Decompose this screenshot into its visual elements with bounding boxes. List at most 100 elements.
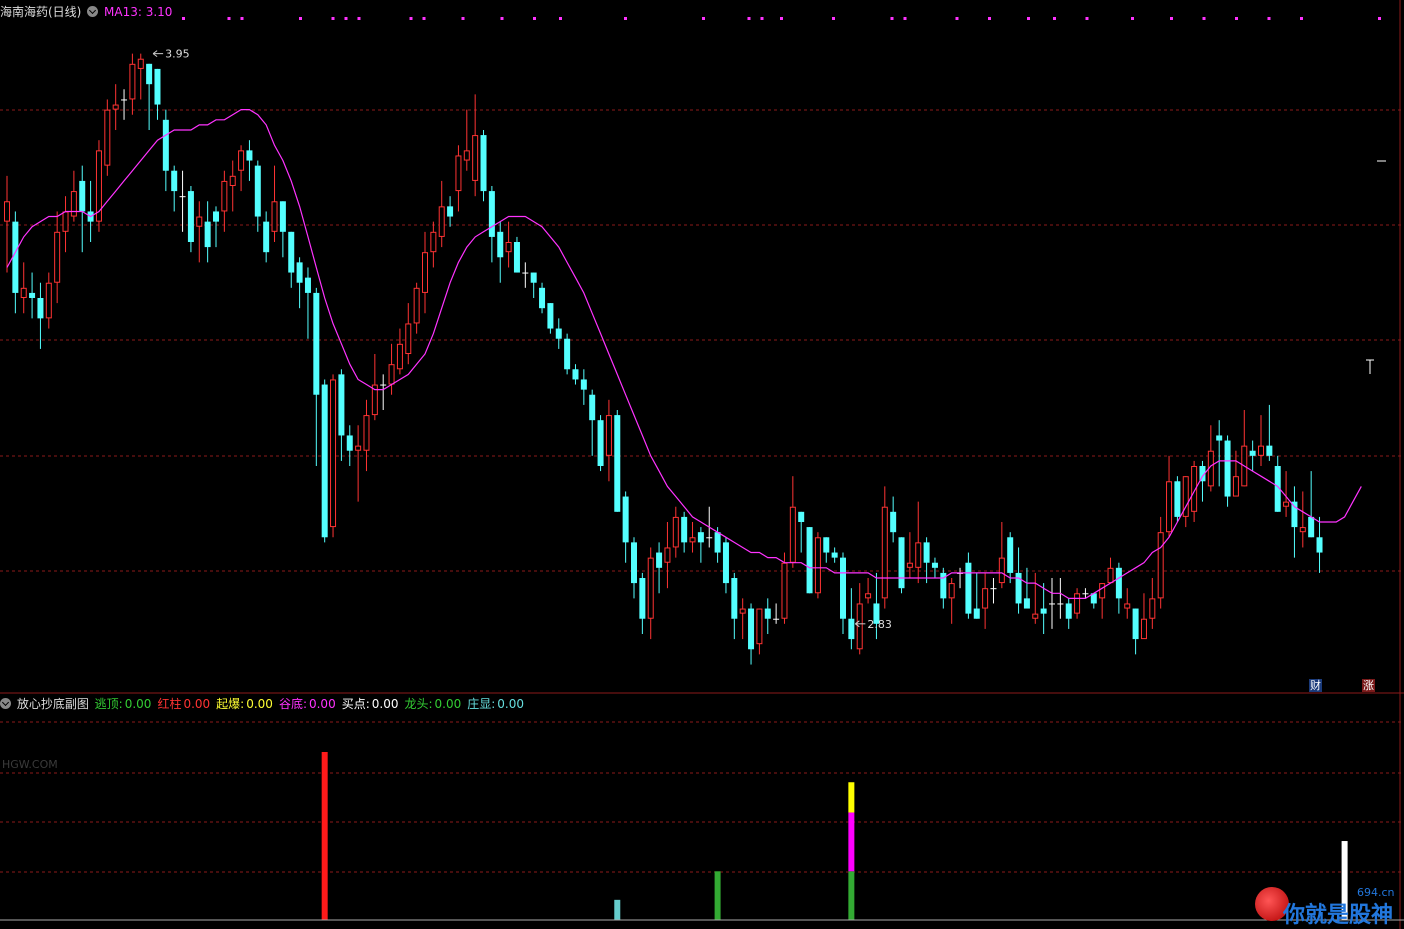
candle-body [380,384,387,386]
candle-body [355,445,362,451]
indicator-name[interactable]: 放心抄底副图 [17,697,89,711]
candle-body [455,155,462,192]
main-chart-header: 海南海药(日线) MA13: 3.10 [0,5,174,19]
ma13-label: MA13: 3.10 [104,5,173,19]
candle-body [129,63,136,100]
candle-body [112,104,119,110]
logo-text: 你就是股神 [1283,903,1394,928]
candle-body [580,379,587,390]
candle-body [1174,481,1181,517]
signal-marker [832,17,835,20]
candle-body [29,292,36,298]
candle-body [923,542,930,563]
signal-marker [702,17,705,20]
candle-body [530,272,537,283]
candle-body [1049,603,1055,605]
candle-body [781,562,788,619]
candle-body [522,272,529,274]
candle-body [1308,516,1315,538]
indicator-value: 0.00 [124,697,152,711]
candle-body [1099,583,1106,599]
indicator-label: 龙头: [404,697,433,711]
candle-body [1249,450,1256,456]
candle-body [313,292,320,395]
candle-body [221,180,228,212]
candle-body [229,175,236,186]
candle-body [171,170,178,192]
candle-body [647,557,654,619]
signal-marker [988,17,991,20]
chart-canvas[interactable]: 3.95 2.83 [0,0,1404,929]
candle-body [304,277,311,293]
candle-body [697,532,704,543]
candle-body [196,216,203,227]
chevron-down-icon[interactable] [0,698,11,709]
chevron-down-icon[interactable] [87,6,99,17]
indicator-value: 0.00 [497,697,524,711]
candle-body [881,506,888,599]
candle-body [263,221,270,253]
cai-badge[interactable]: 财 [1309,679,1322,692]
candle-body [840,557,846,619]
candle-body [447,206,454,217]
candle-body [664,547,671,563]
candle-body [321,384,328,538]
zhang-badge[interactable]: 涨 [1362,679,1375,692]
candle-body [814,537,821,594]
candle-body [1299,527,1306,533]
candle-body [463,150,470,161]
candle-body [831,552,838,558]
candle-body [279,201,286,232]
signal-marker [1300,17,1303,20]
candle-body [338,374,345,436]
candle-body [1157,532,1164,599]
candle-body [756,608,763,645]
candle-body [438,206,445,237]
indicator-bar [614,899,621,920]
candle-body [472,135,479,181]
candle-body [1266,445,1273,456]
indicator-bar [714,871,721,920]
candle-body [1140,618,1147,640]
indicator-label: 逃顶: [94,697,123,711]
indicator-label: 庄显: [467,697,496,711]
candle-body [1224,440,1231,497]
candle-body [798,511,805,522]
signal-marker [747,17,751,20]
candle-body [865,593,872,599]
signal-marker [903,17,907,20]
candle-body [37,298,44,319]
candle-body [1283,501,1290,507]
signal-marker [1085,17,1089,20]
candle-body [1258,445,1264,456]
signal-marker [299,17,302,20]
signal-marker [1267,17,1271,20]
signal-marker [780,17,783,20]
candle-body [1115,567,1122,599]
candle-body [396,343,403,370]
candle-body [271,201,278,232]
candle-body [631,542,637,584]
candle-body [1007,537,1014,573]
candle-body [246,150,253,161]
candle-body [137,58,144,69]
signal-marker [409,17,413,20]
indicator-label: 买点: [341,697,370,711]
candle-body [706,537,713,539]
candle-body [146,63,153,85]
indicator-value: 0.00 [308,697,336,711]
candle-body [45,282,52,319]
candle-body [121,99,128,101]
candle-body [4,201,10,222]
signal-marker [240,17,244,20]
signal-marker [500,17,504,20]
candle-body [597,420,604,466]
candle-body [748,608,755,650]
candle-body [973,608,980,619]
indicator-label: 谷底: [278,697,307,711]
signal-marker [533,17,536,20]
indicator-value: 0.00 [371,697,399,711]
stock-name-label[interactable]: 海南海药(日线) [0,5,81,19]
candle-body [70,191,77,217]
candle-body [497,231,504,258]
